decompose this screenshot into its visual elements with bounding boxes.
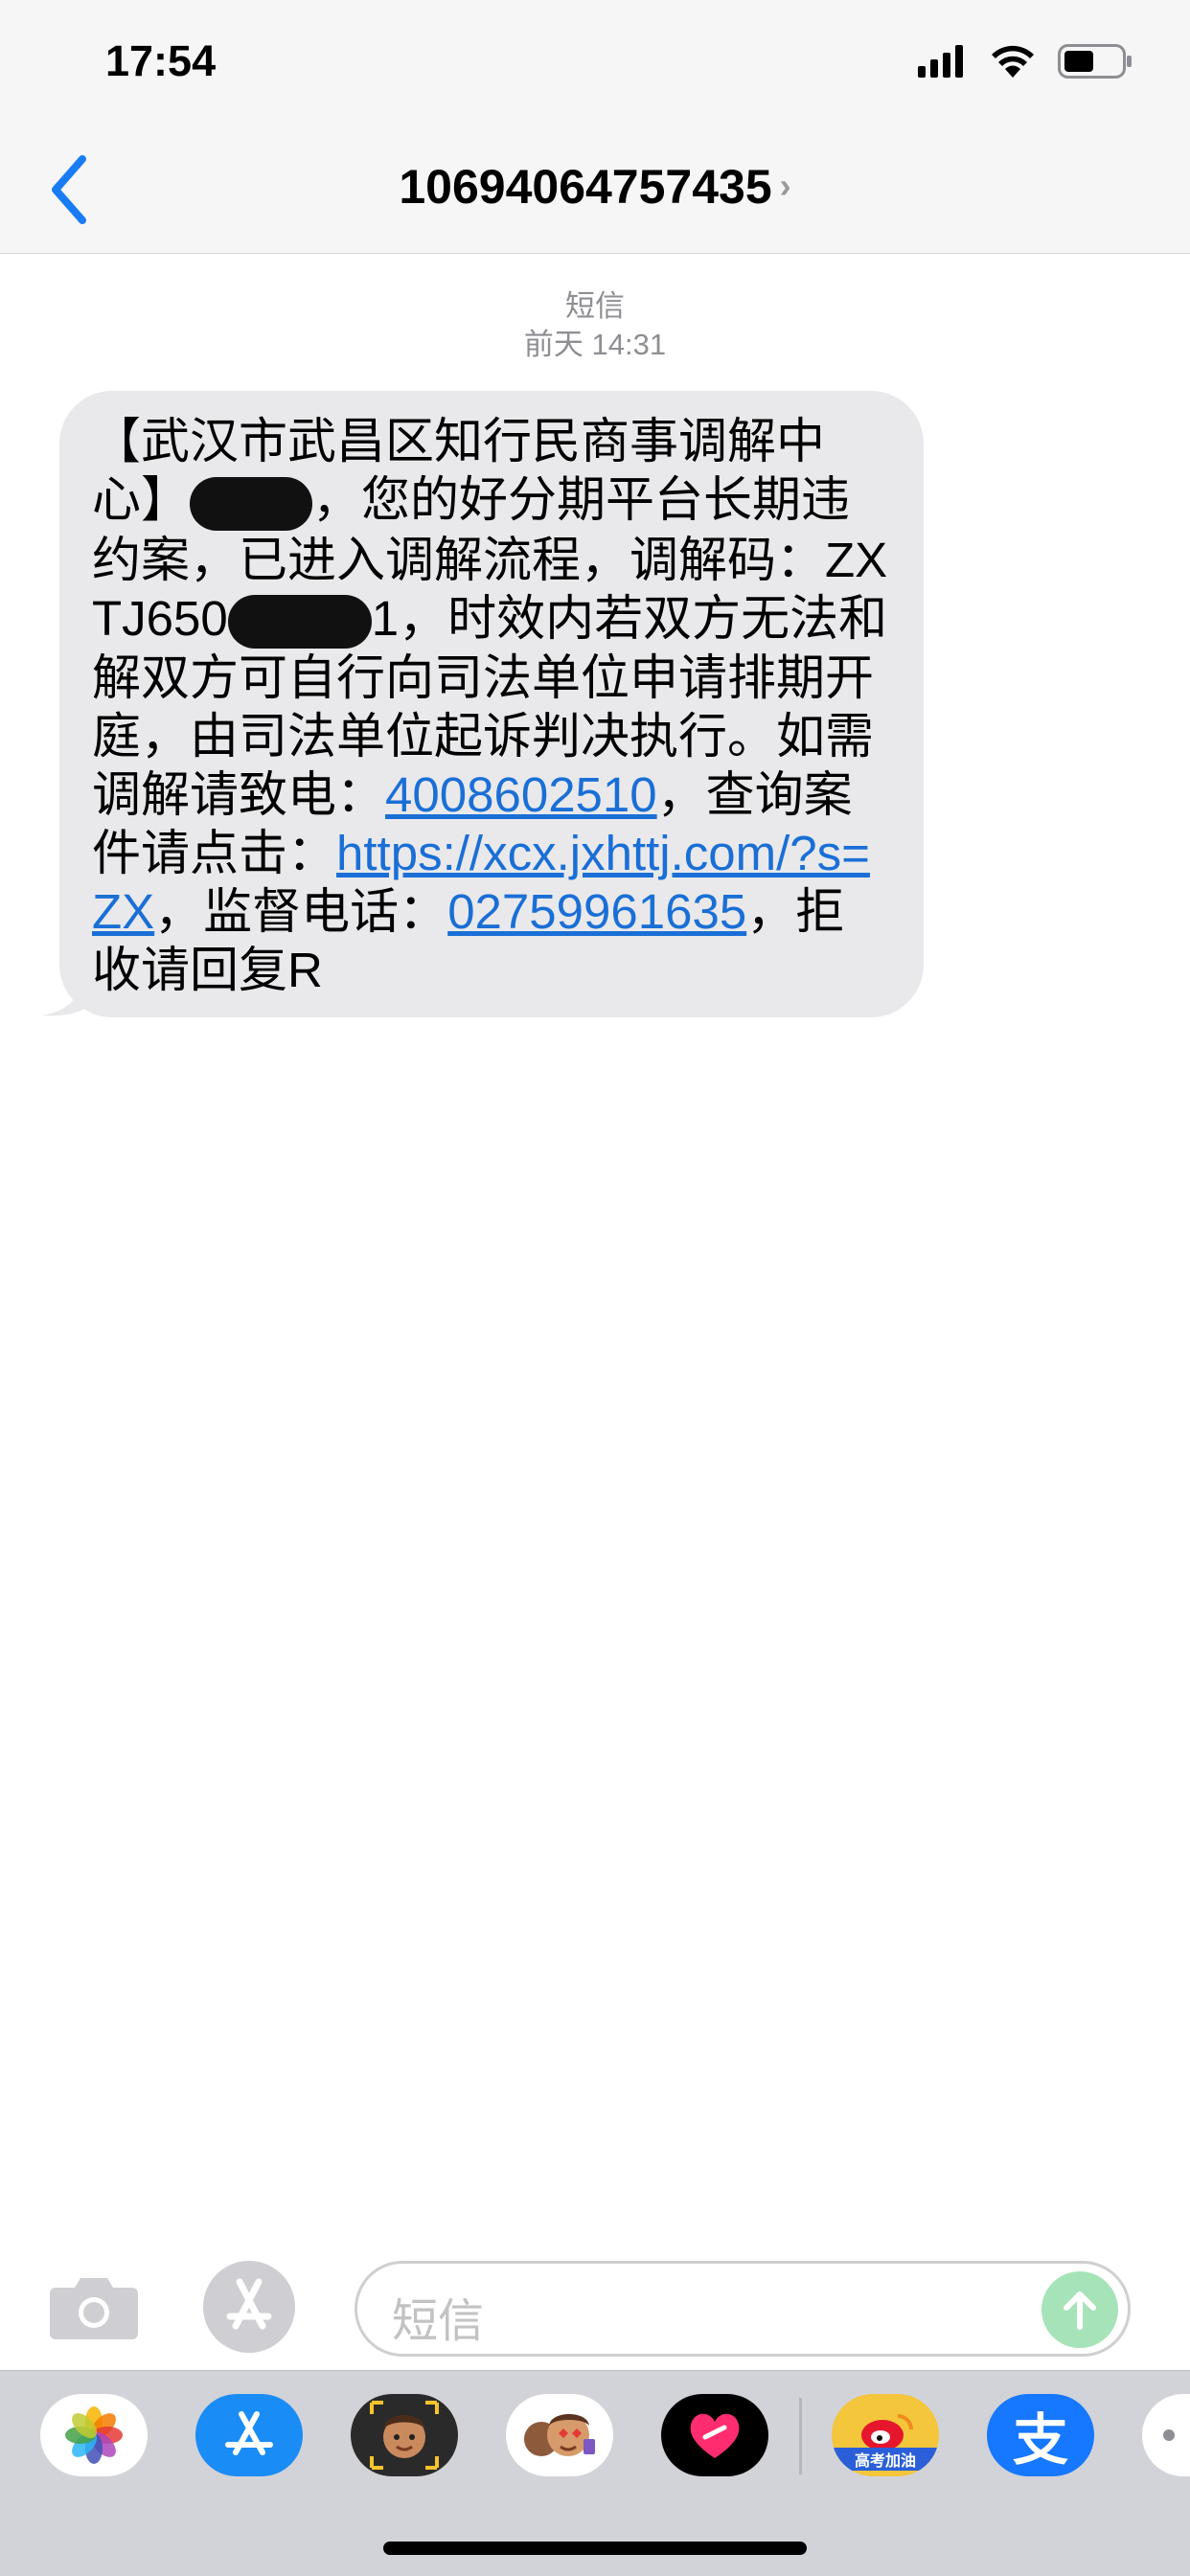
app-drawer: 高考加油 支 bbox=[0, 2370, 1190, 2576]
camera-icon[interactable] bbox=[48, 2272, 140, 2341]
message-timestamp: 前天 14:31 bbox=[523, 328, 667, 361]
digital-touch-app-icon[interactable] bbox=[661, 2394, 768, 2476]
contact-number: 10694064757435 bbox=[399, 160, 772, 214]
service-label: 短信 bbox=[565, 289, 625, 323]
redacted-code bbox=[227, 595, 372, 650]
animoji-app-icon[interactable] bbox=[506, 2394, 613, 2476]
home-indicator bbox=[383, 2542, 807, 2555]
wifi-icon bbox=[992, 45, 1034, 78]
phone-link[interactable]: 4008602510 bbox=[385, 767, 657, 822]
dock-divider bbox=[799, 2398, 802, 2474]
send-arrow-icon bbox=[1064, 2291, 1096, 2330]
status-time: 17:54 bbox=[105, 36, 217, 85]
weibo-badge: 高考加油 bbox=[832, 2448, 939, 2471]
navigation-header: 17:54 10694064757435 › bbox=[0, 0, 1190, 254]
app-store-app-icon[interactable] bbox=[195, 2394, 303, 2476]
memoji-app-icon[interactable] bbox=[351, 2394, 458, 2476]
alipay-app-icon[interactable]: 支 bbox=[987, 2394, 1094, 2476]
contact-title[interactable]: 10694064757435 › bbox=[0, 159, 1190, 215]
composer-bar: 短信 bbox=[0, 2232, 1190, 2366]
photos-app-icon[interactable] bbox=[40, 2394, 148, 2476]
alipay-glyph: 支 bbox=[1012, 2409, 1068, 2472]
weibo-app-icon[interactable]: 高考加油 bbox=[832, 2394, 939, 2476]
battery-icon bbox=[1058, 44, 1132, 79]
supervise-phone-link[interactable]: 02759961635 bbox=[447, 884, 746, 939]
message-input-placeholder: 短信 bbox=[392, 2296, 485, 2347]
message-text: 【武汉市武昌区知行民商事调解中心】 ，您的好分期平台长期违约案，已进入调解流程，调… bbox=[92, 414, 888, 998]
message-bubble[interactable]: 【武汉市武昌区知行民商事调解中心】 ，您的好分期平台长期违约案，已进入调解流程，调… bbox=[59, 391, 924, 1017]
contact-chevron-icon: › bbox=[779, 166, 791, 205]
thread-meta: 短信 前天 14:31 bbox=[0, 287, 1190, 364]
send-button[interactable] bbox=[1041, 2271, 1118, 2348]
app-store-button-icon[interactable] bbox=[201, 2257, 301, 2357]
status-icons bbox=[918, 44, 1133, 79]
message-input[interactable]: 短信 bbox=[355, 2261, 1131, 2357]
more-apps-icon[interactable] bbox=[1142, 2394, 1190, 2476]
cellular-signal-icon bbox=[918, 45, 963, 78]
redacted-name bbox=[190, 476, 313, 531]
